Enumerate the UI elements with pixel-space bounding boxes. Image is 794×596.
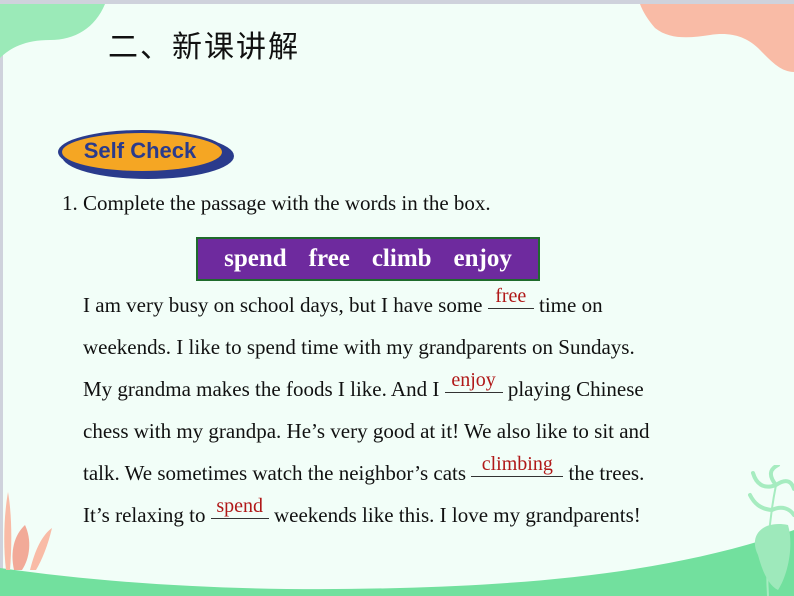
passage-line: chess with my grandpa. He’s very good at… bbox=[83, 410, 723, 452]
answer-blank: climbing bbox=[471, 453, 564, 477]
bottom-green-wave bbox=[0, 530, 794, 596]
passage-text: My grandma makes the foods I like. And I bbox=[83, 377, 445, 401]
passage-text: time on bbox=[533, 293, 603, 317]
answer-blank: spend bbox=[210, 495, 269, 519]
answer-text: enjoy bbox=[451, 369, 496, 391]
instruction-text: 1. Complete the passage with the words i… bbox=[62, 191, 491, 215]
passage-line: weekends. I like to spend time with my g… bbox=[83, 326, 723, 368]
answer-text: spend bbox=[216, 495, 264, 517]
badge-label: Self Check bbox=[83, 138, 197, 163]
passage-text: It’s relaxing to bbox=[83, 503, 211, 527]
word-box: spend free climb enjoy bbox=[196, 237, 540, 281]
green-corner-blob bbox=[0, 4, 105, 58]
answer-text: free bbox=[495, 285, 527, 307]
slide-title: 二、新课讲解 bbox=[108, 30, 300, 65]
passage-text: talk. We sometimes watch the neighbor’s … bbox=[83, 461, 472, 485]
word-box-item: free bbox=[308, 245, 350, 272]
passage-text: the trees. bbox=[563, 461, 645, 485]
word-box-item: spend bbox=[224, 245, 287, 272]
palm-leaves-decoration bbox=[748, 465, 794, 596]
peach-corner-blob bbox=[640, 4, 794, 72]
passage-text: weekends like this. I love my grandparen… bbox=[268, 503, 641, 527]
passage-text: playing Chinese bbox=[502, 377, 644, 401]
word-box-item: enjoy bbox=[453, 245, 512, 272]
passage-text: weekends. I like to spend time with my g… bbox=[83, 335, 635, 359]
peach-leaves-decoration bbox=[4, 492, 52, 570]
passage-text: chess with my grandpa. He’s very good at… bbox=[83, 419, 650, 443]
passage-line: I am very busy on school days, but I hav… bbox=[83, 284, 723, 326]
passage-text: I am very busy on school days, but I hav… bbox=[83, 293, 488, 317]
answer-blank: free bbox=[487, 285, 534, 309]
self-check-badge: Self Check bbox=[54, 126, 236, 180]
word-box-item: climb bbox=[371, 245, 432, 272]
passage-line: My grandma makes the foods I like. And I… bbox=[83, 368, 723, 410]
answer-text: climbing bbox=[481, 453, 553, 475]
passage: I am very busy on school days, but I hav… bbox=[83, 284, 723, 536]
answer-blank: enjoy bbox=[444, 369, 503, 393]
passage-line: It’s relaxing to spend weekends like thi… bbox=[83, 494, 723, 536]
passage-line: talk. We sometimes watch the neighbor’s … bbox=[83, 452, 723, 494]
